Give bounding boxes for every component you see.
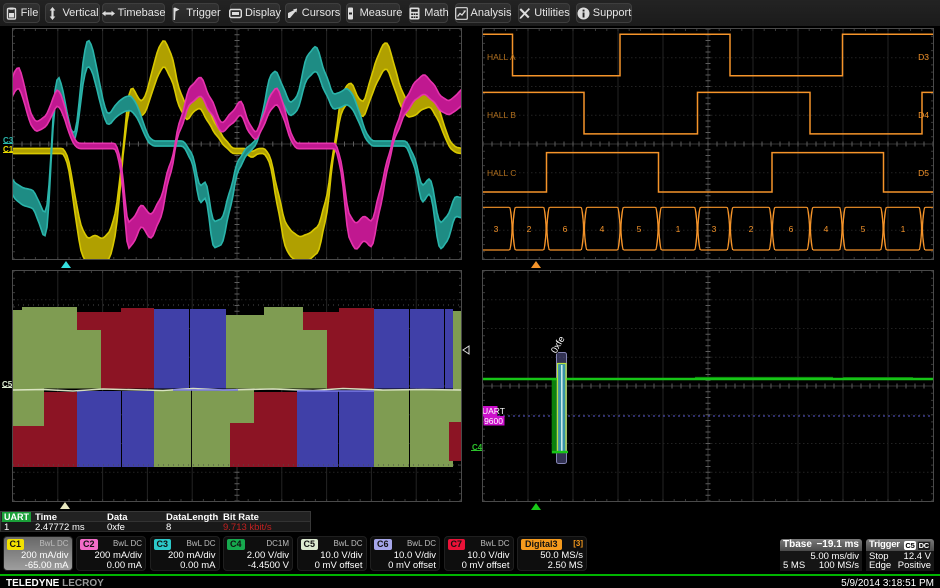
svg-text:6: 6 xyxy=(563,224,568,234)
svg-text:3: 3 xyxy=(494,224,499,234)
svg-text:9600: 9600 xyxy=(484,416,503,426)
svg-text:UART: UART xyxy=(483,406,505,416)
svg-text:HALL B: HALL B xyxy=(487,110,516,120)
svg-text:5: 5 xyxy=(861,224,866,234)
svg-text:HALL A: HALL A xyxy=(487,52,516,62)
svg-text:1: 1 xyxy=(901,224,906,234)
svg-text:5: 5 xyxy=(637,224,642,234)
svg-text:6: 6 xyxy=(789,224,794,234)
svg-text:D5: D5 xyxy=(918,168,929,178)
svg-text:2: 2 xyxy=(527,224,532,234)
svg-text:4: 4 xyxy=(600,224,605,234)
svg-text:4: 4 xyxy=(824,224,829,234)
svg-text:3: 3 xyxy=(712,224,717,234)
svg-text:2: 2 xyxy=(749,224,754,234)
svg-text:D3: D3 xyxy=(918,52,929,62)
svg-text:1: 1 xyxy=(676,224,681,234)
svg-text:HALL C: HALL C xyxy=(487,168,516,178)
svg-text:D4: D4 xyxy=(918,110,929,120)
